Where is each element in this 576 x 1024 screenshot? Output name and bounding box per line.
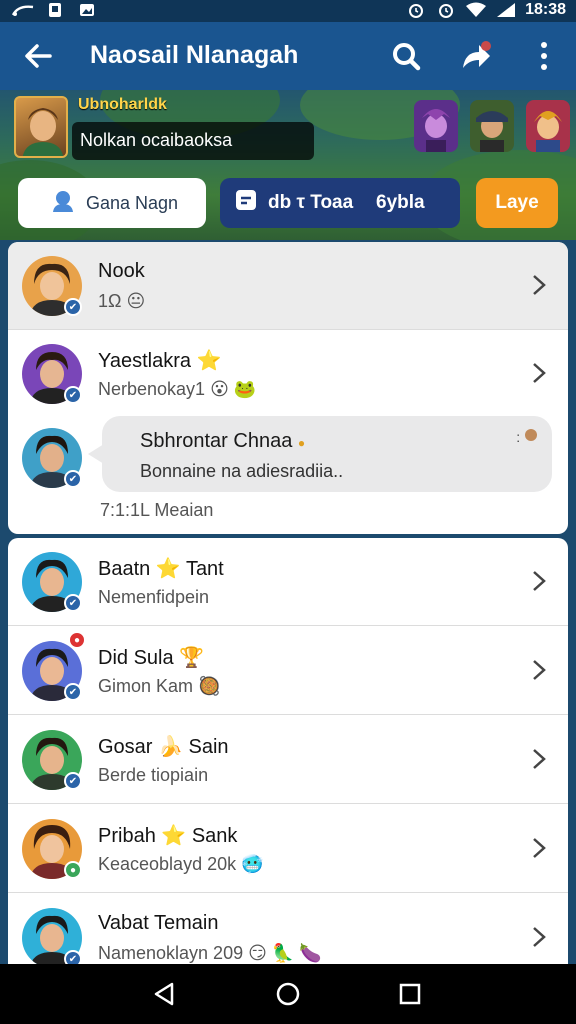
- username: Ubnoharldk: [78, 96, 167, 113]
- chevron-right-icon[interactable]: [530, 746, 548, 772]
- profile-hero: Ubnoharldk Nolkan ocaibaoksa Gana Nagn d…: [0, 90, 576, 240]
- chevron-right-icon[interactable]: [530, 360, 548, 386]
- nav-recents-icon[interactable]: [396, 980, 424, 1008]
- friend-avatar[interactable]: [526, 100, 570, 152]
- user-avatar[interactable]: [14, 96, 68, 158]
- contact-name: Vabat Temain: [98, 912, 219, 934]
- bubble-name: Sbhrontar Chnaa ●: [140, 430, 306, 452]
- chat-icon: [234, 188, 258, 218]
- segment-right-label[interactable]: 6ybla: [370, 192, 425, 214]
- chevron-right-icon[interactable]: [530, 272, 548, 298]
- contact-sub: 1Ω 😐: [98, 291, 146, 311]
- list-item[interactable]: ✔ Baatn ⭐ Tant Nemenfidpein: [8, 538, 568, 626]
- notification-badge: ●: [68, 631, 86, 649]
- group-button-label: Gana Nagn: [86, 192, 179, 213]
- status-text: Nolkan ocaibaoksa: [72, 122, 314, 160]
- signal-icon: [495, 2, 517, 18]
- page-title: Naosail Nlanagah: [90, 41, 299, 69]
- friend-avatar[interactable]: [414, 100, 458, 152]
- contact-name: Baatn ⭐ Tant: [98, 558, 224, 580]
- chat-list: ✔ Baatn ⭐ Tant Nemenfidpein ● ✔ Did Sula…: [8, 538, 568, 964]
- contact-sub: Nemenfidpein: [98, 587, 210, 607]
- more-vert-icon[interactable]: [526, 38, 562, 74]
- bubble-text: Bonnaine na adiesradiia..: [140, 461, 344, 481]
- verified-badge: ✔: [64, 950, 82, 964]
- verified-badge: ✔: [64, 386, 82, 404]
- contact-name: Did Sula 🏆: [98, 647, 205, 669]
- app-bar: Naosail Nlanagah: [0, 22, 576, 90]
- status-bar: 18:38: [0, 0, 576, 22]
- list-item[interactable]: ✔ Vabat Temain Namenoklayn 209 😏 🦜 🍆: [8, 894, 568, 964]
- contact-sub: Nerbenokay1 😮 🐸: [98, 379, 257, 399]
- list-item[interactable]: ✔ Gosar 🍌 Sain Berde tiopiain: [8, 716, 568, 804]
- verified-badge: ✔: [64, 683, 82, 701]
- cast-icon: [12, 2, 34, 18]
- verified-badge: ✔: [64, 594, 82, 612]
- bubble-menu[interactable]: :: [516, 428, 538, 445]
- list-item[interactable]: ● ✔ Did Sula 🏆 Gimon Kam 🥘: [8, 627, 568, 715]
- back-arrow-icon[interactable]: [20, 38, 56, 74]
- chevron-right-icon[interactable]: [530, 568, 548, 594]
- system-nav-bar: [0, 964, 576, 1024]
- nav-back-icon[interactable]: [150, 980, 178, 1008]
- message-bubble[interactable]: Sbhrontar Chnaa ● Bonnaine na adiesradii…: [88, 416, 552, 492]
- verified-badge: ✔: [64, 772, 82, 790]
- share-icon[interactable]: [458, 38, 494, 74]
- gallery-icon: [76, 2, 98, 18]
- list-item[interactable]: ✔ Yaestlakra ⭐ Nerbenokay1 😮 🐸: [8, 330, 568, 418]
- group-button[interactable]: Gana Nagn: [18, 178, 206, 228]
- clock-time: 18:38: [525, 1, 566, 18]
- segment-left[interactable]: db τ Toaa: [220, 188, 370, 218]
- verified-badge: ✔: [64, 298, 82, 316]
- message-meta: 7:1:1L Meaian: [100, 500, 214, 520]
- contact-name: Pribah ⭐ Sank: [98, 825, 238, 847]
- chevron-right-icon[interactable]: [530, 657, 548, 683]
- segment-left-label: db τ Toaa: [268, 192, 354, 213]
- segmented-button[interactable]: db τ Toaa 6ybla: [220, 178, 460, 228]
- contact-sub: Gimon Kam 🥘: [98, 676, 221, 696]
- chevron-right-icon[interactable]: [530, 835, 548, 861]
- alarm-icon: [405, 2, 427, 18]
- contact-name: Gosar 🍌 Sain: [98, 736, 229, 758]
- contact-sub: Berde tiopiain: [98, 765, 209, 785]
- list-item[interactable]: ✔ Nook 1Ω 😐: [8, 242, 568, 330]
- contact-name: Nook: [98, 260, 145, 282]
- friend-avatars: [414, 100, 570, 152]
- online-badge: ●: [64, 861, 82, 879]
- alarm-icon: [435, 2, 457, 18]
- list-item[interactable]: ● Pribah ⭐ Sank Keaceoblayd 20k 🥶: [8, 805, 568, 893]
- contact-name: Yaestlakra ⭐: [98, 350, 222, 372]
- join-button[interactable]: Laye: [476, 178, 558, 228]
- key-icon: [44, 2, 66, 18]
- person-icon: [50, 188, 76, 219]
- wifi-icon: [465, 2, 487, 18]
- nav-home-icon[interactable]: [274, 980, 302, 1008]
- chevron-right-icon[interactable]: [530, 924, 548, 950]
- verified-badge: ✔: [64, 470, 82, 488]
- friend-avatar[interactable]: [470, 100, 514, 152]
- contact-sub: Namenoklayn 209 😏 🦜 🍆: [98, 943, 322, 963]
- contact-sub: Keaceoblayd 20k 🥶: [98, 854, 264, 874]
- search-icon[interactable]: [388, 38, 424, 74]
